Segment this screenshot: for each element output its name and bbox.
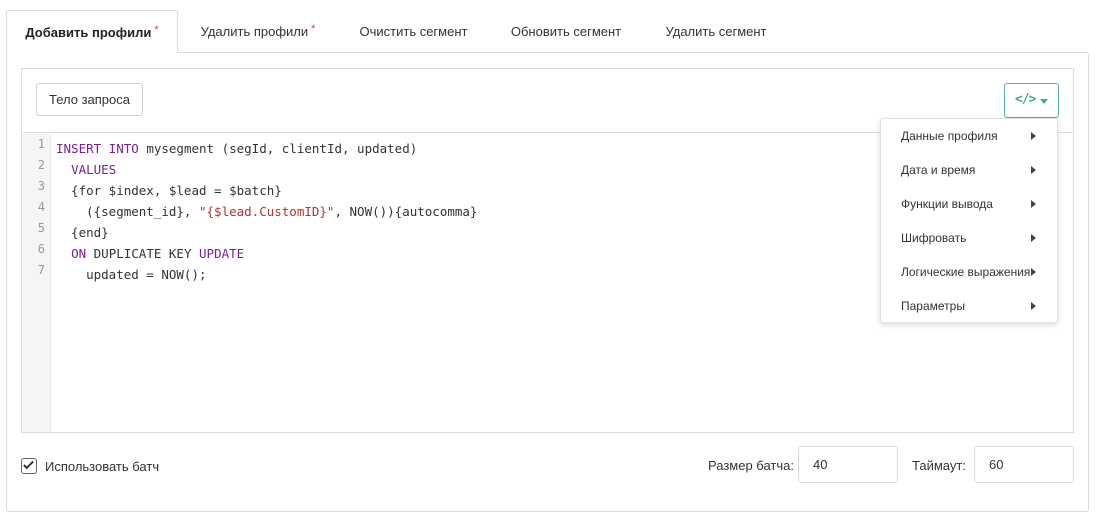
required-marker: * [311, 23, 316, 35]
batch-size-label: Размер батча: [708, 458, 794, 473]
code-token: , NOW()){autocomma} [334, 204, 478, 219]
code-line: INSERT INTO mysegment (segId, clientId, … [56, 138, 956, 159]
tab-clear-segment[interactable]: Очистить сегмент [346, 10, 481, 53]
menu-item-encrypt[interactable]: Шифровать [881, 221, 1057, 255]
code-line: VALUES [56, 159, 956, 180]
chevron-right-icon [1031, 200, 1036, 208]
use-batch-label: Использовать батч [45, 459, 160, 474]
use-batch-checkbox[interactable] [21, 458, 37, 474]
timeout-label: Таймаут: [912, 458, 966, 473]
code-token: {for $index, $lead = $batch} [56, 183, 282, 198]
chevron-right-icon [1031, 234, 1036, 242]
code-line: ON DUPLICATE KEY UPDATE [56, 243, 956, 264]
code-line: ({segment_id}, "{$lead.CustomID}", NOW()… [56, 201, 956, 222]
chevron-right-icon [1031, 132, 1036, 140]
tab-update-segment[interactable]: Обновить сегмент [498, 10, 634, 53]
line-number: 3 [37, 179, 45, 193]
line-number: 4 [37, 200, 45, 214]
menu-item-parameters[interactable]: Параметры [881, 289, 1057, 323]
line-number: 6 [37, 242, 45, 256]
menu-item-label: Дата и время [901, 163, 976, 177]
chevron-down-icon [1040, 99, 1048, 104]
line-number: 2 [37, 158, 45, 172]
chevron-right-icon [1031, 302, 1036, 310]
sql-keyword: UPDATE [199, 246, 245, 261]
line-number: 5 [37, 221, 45, 235]
tab-delete-segment[interactable]: Удалить сегмент [652, 10, 780, 53]
batch-size-input[interactable]: 40 [798, 446, 898, 483]
line-number-gutter: 1 2 3 4 5 6 7 [22, 134, 51, 432]
line-number: 7 [37, 263, 45, 277]
code-token: mysegment (segId, clientId, updated) [138, 141, 418, 156]
tab-label: Удалить сегмент [665, 24, 767, 39]
tab-label: Обновить сегмент [510, 24, 622, 39]
required-marker: * [154, 24, 159, 36]
code-token: DUPLICATE KEY [86, 246, 200, 261]
menu-item-label: Шифровать [901, 231, 967, 245]
code-token: ({segment_id}, [56, 204, 199, 219]
menu-item-label: Функции вывода [901, 197, 993, 211]
tab-remove-profiles[interactable]: Удалить профили * [188, 10, 328, 53]
code-line: {for $index, $lead = $batch} [56, 180, 956, 201]
request-body-button[interactable]: Тело запроса [36, 83, 143, 116]
code-line: {end} [56, 222, 956, 243]
line-number: 1 [37, 137, 45, 151]
menu-item-date-time[interactable]: Дата и время [881, 153, 1057, 187]
menu-item-logical-expressions[interactable]: Логические выражения [881, 255, 1057, 289]
menu-item-label: Параметры [901, 299, 965, 313]
sql-keyword: VALUES [71, 162, 117, 177]
chevron-right-icon [1031, 166, 1036, 174]
code-token: {end} [56, 225, 109, 240]
menu-item-label: Логические выражения [901, 265, 1031, 279]
tab-label: Очистить сегмент [359, 24, 468, 39]
string-literal: "{$lead.CustomID}" [199, 204, 335, 219]
menu-item-profile-data[interactable]: Данные профиля [881, 119, 1057, 153]
sql-keyword: ON [71, 246, 87, 261]
menu-item-output-functions[interactable]: Функции вывода [881, 187, 1057, 221]
code-line: updated = NOW(); [56, 264, 956, 285]
insert-code-button[interactable]: </> [1004, 83, 1059, 118]
tab-label: Удалить профили [200, 24, 309, 39]
sql-keyword: INSERT INTO [56, 141, 139, 156]
insert-dropdown-menu: Данные профиля Дата и время Функции выво… [880, 118, 1058, 323]
timeout-input[interactable]: 60 [974, 446, 1074, 483]
code-icon: </> [1015, 92, 1037, 107]
tab-bar: Добавить профили * Удалить профили * Очист… [6, 10, 1089, 53]
tab-add-profiles[interactable]: Добавить профили * [6, 10, 178, 53]
menu-item-label: Данные профиля [901, 129, 998, 143]
chevron-right-icon [1031, 268, 1036, 276]
tab-label: Добавить профили [25, 25, 152, 40]
checkmark-icon [23, 458, 34, 470]
code-token: updated = NOW(); [56, 267, 207, 282]
code-editor[interactable]: INSERT INTO mysegment (segId, clientId, … [56, 138, 956, 285]
